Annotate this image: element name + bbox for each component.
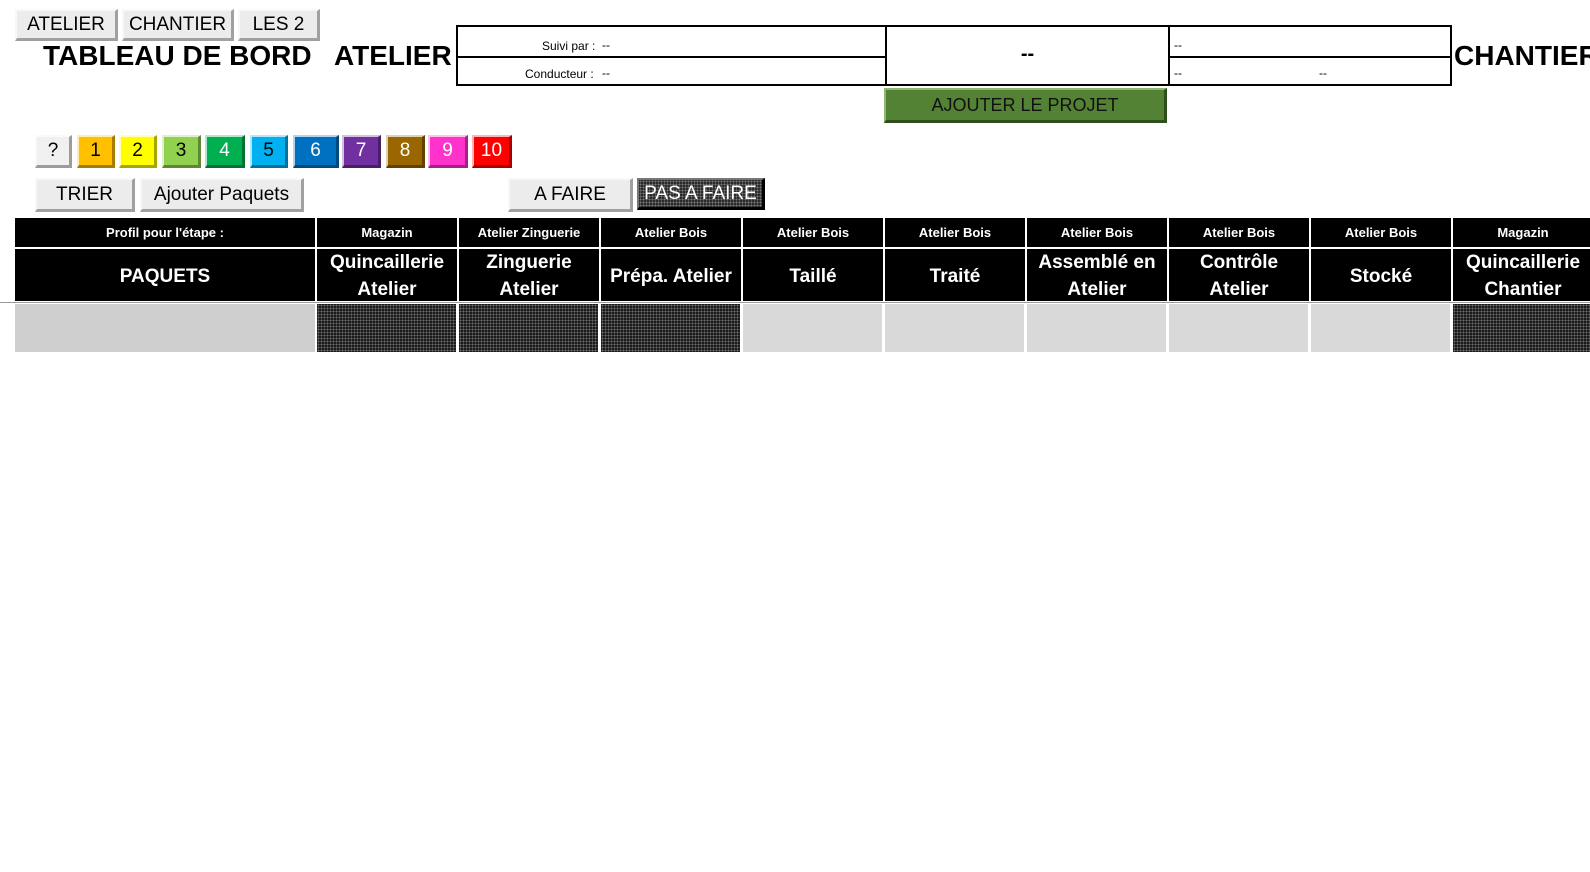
color-filter-3[interactable]: 3 — [162, 135, 201, 168]
column-group-header: Atelier Bois — [601, 218, 741, 247]
column-group-header: Atelier Bois — [743, 218, 883, 247]
step-status-cell[interactable] — [317, 304, 457, 352]
column-step-header: Stocké — [1311, 249, 1451, 301]
color-filter-2[interactable]: 2 — [119, 135, 157, 168]
color-filter-7[interactable]: 7 — [342, 135, 381, 168]
project-info-box: Suivi par : -- Conducteur : -- -- -- -- … — [456, 25, 1452, 86]
pas-a-faire-button[interactable]: PAS A FAIRE — [637, 178, 765, 210]
paquets-header: PAQUETS — [15, 249, 315, 301]
ajouter-paquets-button[interactable]: Ajouter Paquets — [140, 178, 304, 212]
color-filter-unknown[interactable]: ? — [35, 135, 72, 168]
color-filter-6[interactable]: 6 — [293, 135, 339, 168]
row-divider — [0, 302, 1590, 303]
column-group-header: Atelier Zinguerie — [459, 218, 599, 247]
step-status-cell[interactable] — [601, 304, 741, 352]
column-step-header: Quincaillerie Atelier — [317, 249, 457, 301]
chantier-view-button[interactable]: CHANTIER — [122, 9, 234, 41]
step-status-cell[interactable] — [1027, 304, 1167, 352]
color-filter-4[interactable]: 4 — [205, 135, 245, 168]
chantier-info-top[interactable]: -- — [1174, 38, 1182, 52]
trier-button[interactable]: TRIER — [35, 178, 135, 212]
a-faire-button[interactable]: A FAIRE — [508, 178, 633, 212]
column-step-header: Prépa. Atelier — [601, 249, 741, 301]
step-status-cell[interactable] — [1169, 304, 1309, 352]
column-group-header: Magazin — [1453, 218, 1590, 247]
color-filter-1[interactable]: 1 — [77, 135, 115, 168]
column-step-header: Assemblé en Atelier — [1027, 249, 1167, 301]
atelier-heading: ATELIER — [334, 40, 452, 71]
suivi-par-label: Suivi par : — [542, 39, 596, 53]
column-step-header: Taillé — [743, 249, 883, 301]
page-title: TABLEAU DE BORD — [43, 40, 312, 71]
column-step-header: Zinguerie Atelier — [459, 249, 599, 301]
conducteur-value[interactable]: -- — [602, 66, 610, 80]
step-status-cell[interactable] — [885, 304, 1025, 352]
column-step-header: Quincaillerie Chantier — [1453, 249, 1590, 301]
column-group-header: Magazin — [317, 218, 457, 247]
column-group-header: Atelier Bois — [1311, 218, 1451, 247]
step-status-cell[interactable] — [1311, 304, 1451, 352]
step-status-cell[interactable] — [459, 304, 599, 352]
les-2-view-button[interactable]: LES 2 — [238, 9, 320, 41]
add-project-button[interactable]: AJOUTER LE PROJET — [884, 88, 1167, 123]
color-filter-9[interactable]: 9 — [428, 135, 468, 168]
column-group-header: Atelier Bois — [1169, 218, 1309, 247]
column-group-header: Atelier Bois — [1027, 218, 1167, 247]
column-step-header: Traité — [885, 249, 1025, 301]
atelier-view-button[interactable]: ATELIER — [15, 9, 118, 41]
project-center-value[interactable]: -- — [887, 43, 1168, 66]
column-group-header: Atelier Bois — [885, 218, 1025, 247]
chantier-info-bottom-left[interactable]: -- — [1174, 66, 1182, 80]
suivi-par-value[interactable]: -- — [602, 38, 610, 52]
step-status-cell[interactable] — [1453, 304, 1590, 352]
color-filter-5[interactable]: 5 — [250, 135, 288, 168]
conducteur-label: Conducteur : — [525, 67, 594, 81]
chantier-info-bottom-right[interactable]: -- — [1319, 66, 1327, 80]
step-status-cell[interactable] — [743, 304, 883, 352]
column-step-header: Contrôle Atelier — [1169, 249, 1309, 301]
paquets-cell[interactable] — [15, 304, 315, 352]
color-filter-8[interactable]: 8 — [386, 135, 425, 168]
chantier-heading: CHANTIER — [1454, 40, 1590, 71]
color-filter-10[interactable]: 10 — [472, 135, 512, 168]
profile-header: Profil pour l'étape : — [15, 218, 315, 247]
